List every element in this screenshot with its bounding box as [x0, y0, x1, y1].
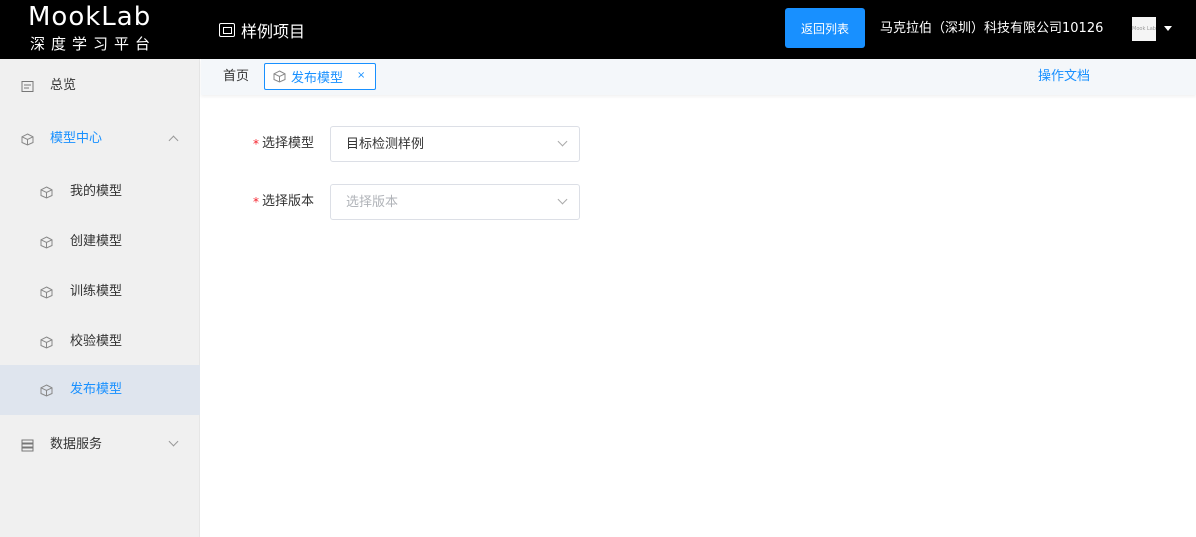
model-label: 选择模型: [262, 136, 315, 151]
project-name: 样例项目: [241, 22, 306, 41]
sidebar-item-train-model[interactable]: 训练模型: [0, 267, 200, 317]
form-row-version: * 选择版本 选择版本: [201, 184, 601, 220]
version-select-placeholder: 选择版本: [346, 195, 399, 210]
version-select[interactable]: 选择版本: [330, 184, 580, 220]
company-name: 马克拉伯（深圳）科技有限公司10126: [880, 21, 1104, 36]
tab-bar: 首页 发布模型 × 操作文档: [201, 59, 1196, 95]
project-title: 样例项目: [219, 18, 305, 42]
sidebar-item-validate-model[interactable]: 校验模型: [0, 317, 200, 367]
sidebar: 总览 模型中心 我的模型 创建模型 训练模型 校验模型 发布模型 数据服务: [0, 59, 200, 537]
sidebar-item-data-service[interactable]: 数据服务: [0, 420, 200, 470]
sidebar-item-label: 训练模型: [70, 284, 123, 299]
cube-icon: [21, 132, 34, 146]
sidebar-item-label: 创建模型: [70, 234, 123, 249]
tab-publish-model[interactable]: 发布模型 ×: [264, 63, 376, 90]
cube-add-icon: [40, 235, 53, 249]
sidebar-item-label: 校验模型: [70, 334, 123, 349]
sidebar-item-label: 发布模型: [70, 382, 123, 397]
overview-icon: [21, 80, 34, 92]
top-bar: MookLab 深度学习平台 样例项目 返回列表 马克拉伯（深圳）科技有限公司1…: [0, 0, 1196, 59]
model-select[interactable]: 目标检测样例: [330, 126, 580, 162]
chevron-down-icon: [168, 436, 179, 447]
chevron-down-icon: [557, 194, 568, 205]
database-icon: [21, 439, 34, 451]
required-mark: *: [253, 195, 259, 209]
docs-link[interactable]: 操作文档: [1038, 68, 1090, 86]
chevron-up-icon: [168, 135, 179, 146]
avatar[interactable]: Mook Lab: [1132, 17, 1156, 41]
sidebar-item-label: 我的模型: [70, 184, 123, 199]
cube-icon: [273, 70, 286, 83]
cube-publish-icon: [40, 383, 53, 397]
sidebar-item-label: 总览: [50, 78, 77, 93]
chevron-down-icon: [557, 136, 568, 147]
logo-subtitle: 深度学习平台: [30, 35, 157, 53]
cube-check-icon: [40, 335, 53, 349]
caret-down-icon[interactable]: [1164, 26, 1172, 31]
sidebar-item-publish-model[interactable]: 发布模型: [0, 365, 200, 415]
logo-title: MookLab: [28, 2, 152, 32]
logo[interactable]: MookLab 深度学习平台: [0, 0, 200, 59]
form-row-model: * 选择模型 目标检测样例: [201, 126, 601, 162]
sidebar-item-model-center[interactable]: 模型中心: [0, 114, 200, 164]
sidebar-item-label: 数据服务: [50, 437, 103, 452]
cube-icon: [40, 285, 53, 299]
close-icon[interactable]: ×: [357, 69, 365, 83]
model-select-value: 目标检测样例: [346, 137, 425, 152]
version-label: 选择版本: [262, 194, 315, 209]
sidebar-item-my-models[interactable]: 我的模型: [0, 167, 200, 217]
sidebar-item-overview[interactable]: 总览: [0, 61, 200, 111]
required-mark: *: [253, 137, 259, 151]
cube-icon: [40, 185, 53, 199]
tab-label: 发布模型: [291, 71, 344, 86]
project-icon: [219, 23, 235, 37]
sidebar-item-create-model[interactable]: 创建模型: [0, 217, 200, 267]
sidebar-item-label: 模型中心: [50, 131, 103, 146]
back-to-list-button[interactable]: 返回列表: [785, 8, 865, 48]
tab-home[interactable]: 首页: [223, 68, 249, 86]
